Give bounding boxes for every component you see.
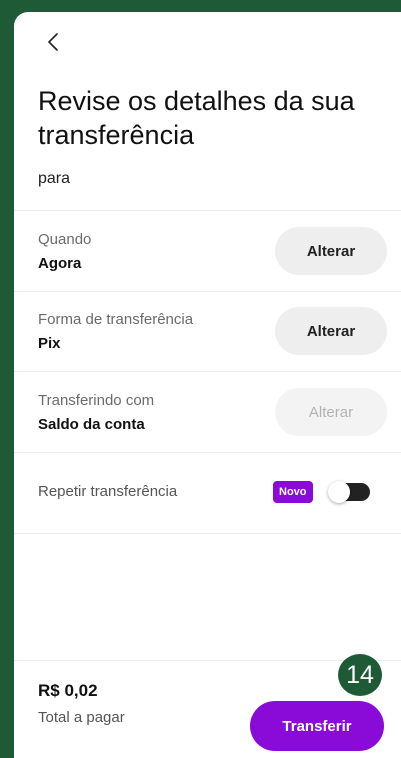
- back-chevron-icon[interactable]: [42, 30, 66, 54]
- transfer-review-screen: Revise os detalhes da sua transferência …: [14, 12, 401, 758]
- detail-row-source: Transferindo com Saldo da conta Alterar: [14, 372, 401, 453]
- transfer-button[interactable]: Transferir: [250, 701, 384, 751]
- repeat-transfer-toggle[interactable]: [328, 481, 370, 503]
- detail-label-method: Forma de transferência: [38, 311, 194, 328]
- detail-label-source: Transferindo com: [38, 392, 155, 409]
- detail-row-method: Forma de transferência Pix Alterar: [14, 291, 401, 372]
- toggle-knob: [328, 481, 350, 503]
- repeat-transfer-row: Repetir transferência Novo: [14, 453, 401, 534]
- step-number-badge: 14: [338, 654, 382, 696]
- detail-value-method: Pix: [38, 335, 61, 352]
- change-when-button[interactable]: Alterar: [275, 227, 387, 275]
- detail-value-source: Saldo da conta: [38, 416, 145, 433]
- new-badge: Novo: [273, 481, 313, 503]
- detail-value-when: Agora: [38, 255, 82, 272]
- change-method-button[interactable]: Alterar: [275, 307, 387, 355]
- total-amount-label: Total a pagar: [38, 709, 125, 726]
- repeat-transfer-label: Repetir transferência: [38, 483, 178, 500]
- detail-label-when: Quando: [38, 231, 92, 248]
- change-source-button[interactable]: Alterar: [275, 388, 387, 436]
- page-title: Revise os detalhes da sua transferência: [38, 86, 355, 150]
- recipient-prefix: para: [38, 170, 71, 187]
- detail-row-when: Quando Agora Alterar: [14, 210, 401, 292]
- total-amount: R$ 0,02: [38, 681, 98, 700]
